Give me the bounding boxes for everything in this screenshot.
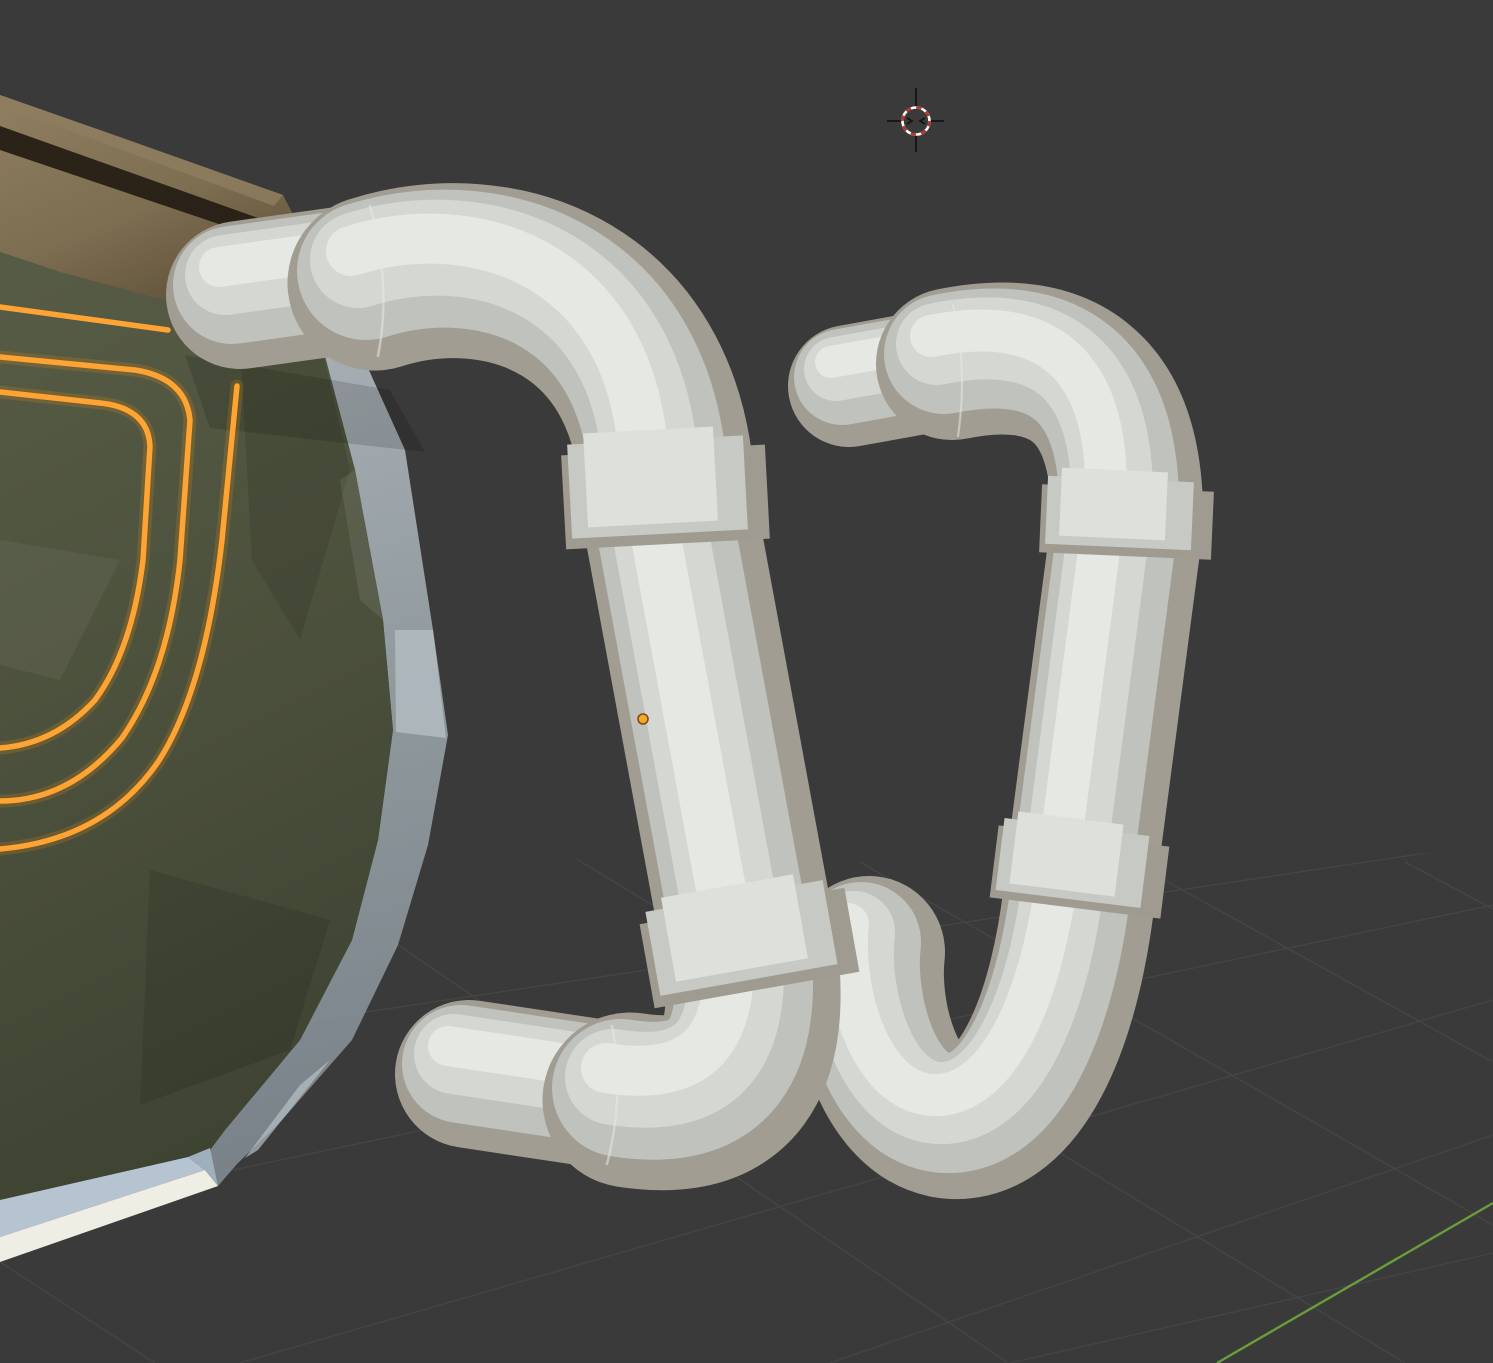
viewport-3d — [0, 0, 1493, 1363]
large-pipe-collar-shade — [648, 430, 653, 524]
large-pipe-collar-shade — [727, 886, 742, 970]
small-pipe-collar-shade — [1062, 818, 1071, 890]
origin-dot[interactable] — [638, 714, 648, 724]
object-origin-icon[interactable] — [638, 714, 648, 724]
small-pipe-collar-shade — [1112, 470, 1115, 538]
blender-viewport-window — [0, 0, 1493, 1363]
